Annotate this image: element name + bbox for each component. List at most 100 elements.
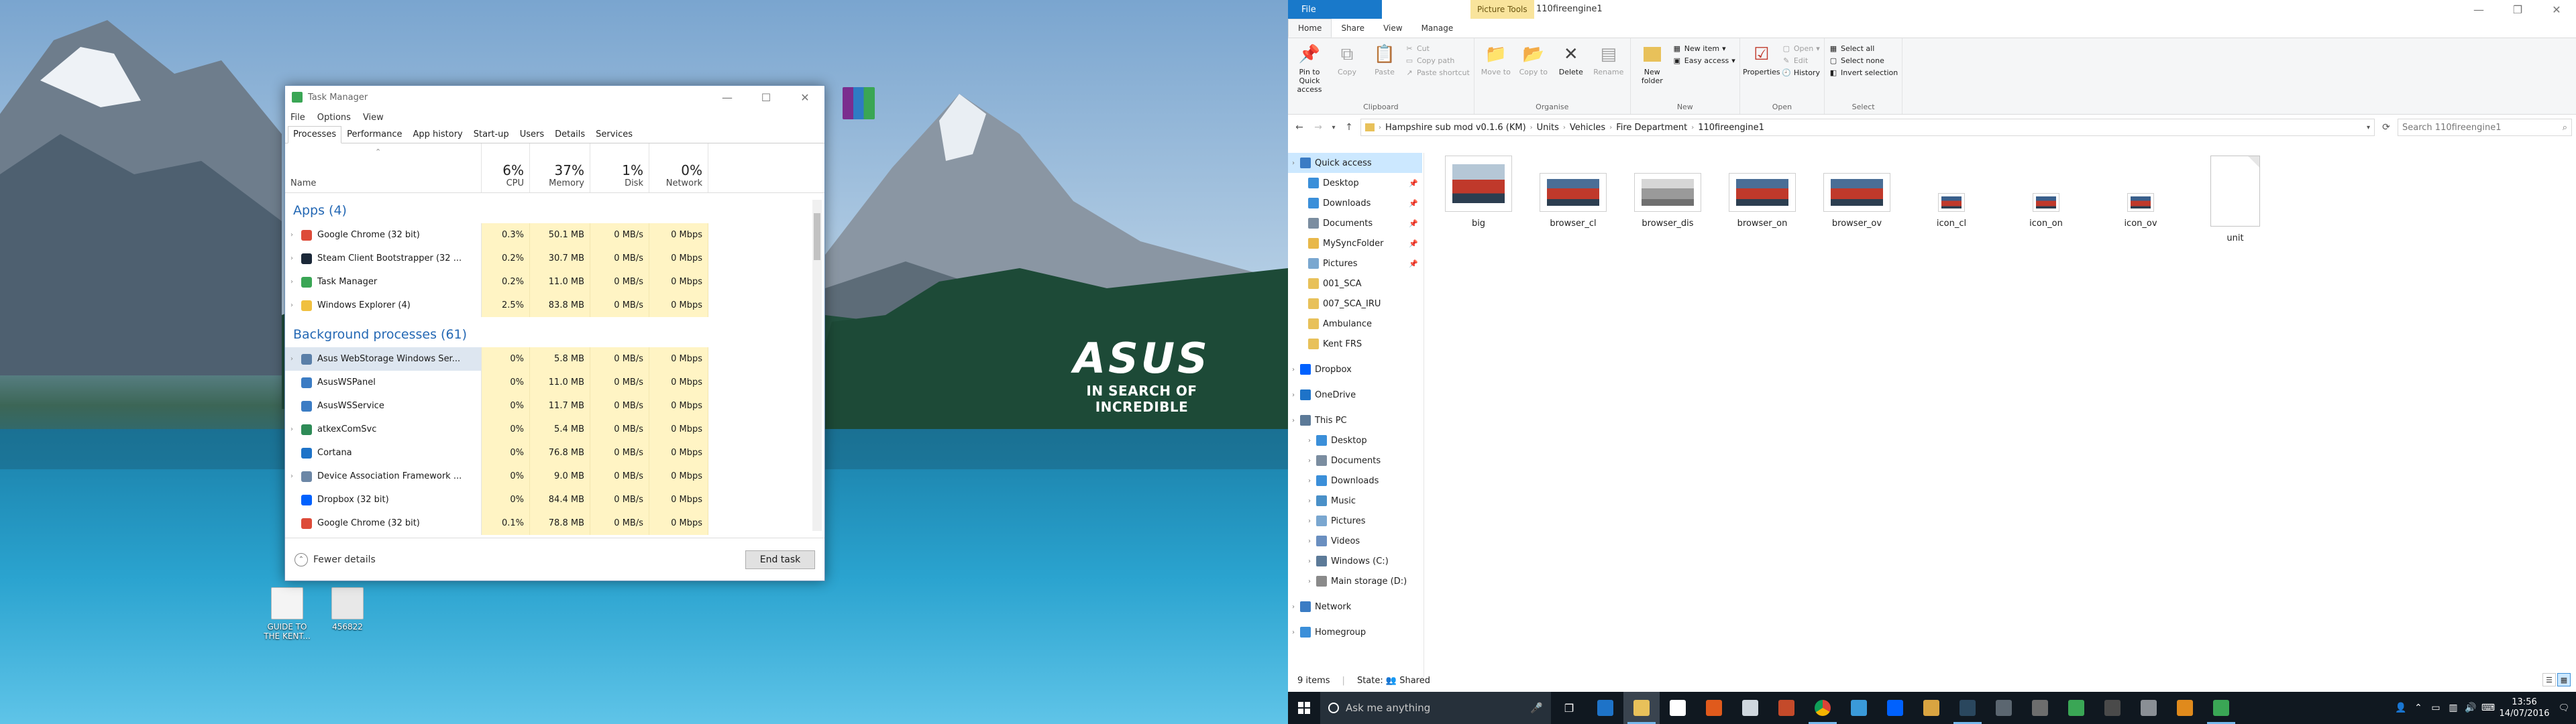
process-row[interactable]: › Asus WebStorage Windows Ser... 0% 5.8 MB 0… [285, 347, 824, 371]
chevron-right-icon[interactable]: › [1292, 417, 1300, 424]
tab-app-history[interactable]: App history [407, 126, 468, 143]
minimize-button[interactable]: — [2459, 0, 2498, 19]
taskbar-steam[interactable] [1949, 692, 1986, 724]
taskbar-chrome[interactable] [1805, 692, 1841, 724]
nav-pc-item[interactable]: › Pictures [1288, 511, 1422, 531]
close-button[interactable]: ✕ [2537, 0, 2576, 19]
process-list-scrollbar[interactable] [812, 200, 822, 531]
new-folder-button[interactable]: New folder [1635, 41, 1670, 103]
chevron-right-icon[interactable]: › [290, 255, 301, 262]
nav-quick-item[interactable]: 001_SCA [1288, 274, 1422, 294]
taskbar-app-game2[interactable] [1768, 692, 1805, 724]
delete-button[interactable]: ✕ Delete [1554, 41, 1589, 103]
nav-pc-item[interactable]: › Main storage (D:) [1288, 571, 1422, 591]
chevron-right-icon[interactable]: › [1308, 538, 1316, 545]
file-item[interactable]: big [1432, 156, 1525, 229]
nav-quick-item[interactable]: Desktop 📌 [1288, 173, 1422, 193]
ribbon-tab-manage[interactable]: Manage [1412, 19, 1463, 38]
chevron-right-icon[interactable]: › [290, 473, 301, 480]
nav-this-pc[interactable]: › This PC [1288, 410, 1422, 430]
chevron-right-icon[interactable]: › [1308, 558, 1316, 565]
taskbar-app-game3[interactable] [1913, 692, 1949, 724]
background-group-header[interactable]: Background processes (61) [285, 317, 824, 347]
task-view-button[interactable]: ❐ [1551, 692, 1587, 724]
chevron-right-icon[interactable]: › [1308, 578, 1316, 585]
open-button[interactable]: ▢ Open ▾ [1782, 44, 1820, 53]
taskbar-app-game6[interactable] [2094, 692, 2131, 724]
chevron-right-icon[interactable]: › [1292, 603, 1300, 611]
cortana-search-input[interactable]: Ask me anything [1346, 702, 1430, 714]
chevron-right-icon[interactable]: › [1308, 477, 1316, 485]
file-item[interactable]: browser_on [1715, 156, 1809, 229]
chevron-right-icon[interactable]: › [1292, 160, 1300, 167]
process-row[interactable]: Cortana 0% 76.8 MB 0 MB/s 0 Mbps [285, 441, 824, 465]
forward-button[interactable]: → [1311, 122, 1326, 133]
minimize-button[interactable]: — [708, 86, 747, 109]
taskbar-app-game7[interactable] [2131, 692, 2167, 724]
close-button[interactable]: ✕ [786, 86, 824, 109]
chevron-right-icon[interactable]: › [290, 355, 301, 363]
chevron-down-icon[interactable]: ▾ [2367, 124, 2370, 131]
process-row[interactable]: Google Chrome (32 bit) 0.1% 78.8 MB 0 MB/s 0… [285, 511, 824, 535]
volume-icon[interactable]: 🔊 [2462, 703, 2479, 713]
select-all-button[interactable]: ▦ Select all [1829, 44, 1898, 53]
process-row[interactable]: › Task Manager 0.2% 11.0 MB 0 MB/s 0 Mbps [285, 270, 824, 294]
cut-button[interactable]: ✂ Cut [1405, 44, 1470, 53]
copy-path-button[interactable]: ▭ Copy path [1405, 56, 1470, 65]
chevron-right-icon[interactable]: › [1308, 497, 1316, 505]
rename-button[interactable]: ▤ Rename [1591, 41, 1626, 103]
taskbar-edge[interactable] [1587, 692, 1623, 724]
edit-button[interactable]: ✎ Edit [1782, 56, 1820, 65]
taskbar-store[interactable] [1660, 692, 1696, 724]
select-none-button[interactable]: ▢ Select none [1829, 56, 1898, 65]
ribbon-tab-view[interactable]: View [1374, 19, 1411, 38]
nav-quick-item[interactable]: 007_SCA_IRU [1288, 294, 1422, 314]
column-memory[interactable]: 37% Memory [530, 143, 590, 192]
move-to-button[interactable]: 📁 Move to [1479, 41, 1513, 103]
nav-quick-item[interactable]: Kent FRS [1288, 334, 1422, 354]
address-bar[interactable]: › Hampshire sub mod v0.1.6 (KM) › Units … [1360, 119, 2375, 136]
taskbar-app-orange[interactable] [1696, 692, 1732, 724]
taskbar-app-game4[interactable] [1986, 692, 2022, 724]
chevron-right-icon[interactable]: › [1292, 366, 1300, 373]
file-item[interactable]: icon_on [1999, 156, 2093, 229]
search-box[interactable]: Search 110fireengine1 ⌕ [2398, 119, 2572, 136]
keyboard-icon[interactable]: ⌨ [2479, 703, 2497, 713]
process-row[interactable]: › Windows Explorer (4) 2.5% 83.8 MB 0 MB/s 0 … [285, 294, 824, 317]
chevron-right-icon[interactable]: › [290, 278, 301, 286]
nav-dropbox[interactable]: › Dropbox [1288, 359, 1422, 379]
explorer-titlebar[interactable]: ☑ ▾ Picture Tools 110fireengine1 — ❐ ✕ [1288, 0, 2576, 19]
tab-processes[interactable]: Processes [288, 126, 342, 143]
nav-pc-item[interactable]: › Downloads [1288, 471, 1422, 491]
column-cpu[interactable]: 6% CPU [482, 143, 530, 192]
nav-quick-item[interactable]: Ambulance [1288, 314, 1422, 334]
column-network[interactable]: 0% Network [649, 143, 708, 192]
chevron-right-icon[interactable]: › [1308, 437, 1316, 444]
process-row[interactable]: › Device Association Framework ... 0% 9.0 M… [285, 465, 824, 488]
cortana-search-box[interactable]: Ask me anything 🎤 [1320, 692, 1551, 724]
process-row[interactable]: › Google Chrome (32 bit) 0.3% 50.1 MB 0 MB/s… [285, 223, 824, 247]
breadcrumb-item[interactable]: Units [1537, 123, 1559, 133]
file-item[interactable]: browser_cl [1526, 156, 1620, 229]
nav-pc-item[interactable]: › Desktop [1288, 430, 1422, 450]
back-button[interactable]: ← [1292, 122, 1307, 133]
chevron-right-icon[interactable]: › [290, 231, 301, 239]
ribbon-tab-file[interactable]: File [1288, 0, 1382, 19]
process-row[interactable]: AsusWSService 0% 11.7 MB 0 MB/s 0 Mbps [285, 394, 824, 418]
history-button[interactable]: 🕘 History [1782, 68, 1820, 77]
taskbar-app-game8[interactable] [2167, 692, 2203, 724]
scrollbar-thumb[interactable] [814, 213, 820, 260]
pin-icon[interactable]: 📌 [1409, 179, 1418, 188]
taskbar-file-explorer[interactable] [1623, 692, 1660, 724]
search-input[interactable]: Search 110fireengine1 [2402, 123, 2501, 133]
menu-options[interactable]: Options [317, 113, 351, 123]
microphone-icon[interactable]: 🎤 [1530, 702, 1543, 714]
chevron-right-icon[interactable]: › [290, 426, 301, 433]
pin-icon[interactable]: 📌 [1409, 199, 1418, 208]
fewer-details-button[interactable]: ⌃ Fewer details [294, 552, 745, 566]
recent-locations-button[interactable]: ▾ [1330, 124, 1338, 131]
breadcrumb-item[interactable]: Hampshire sub mod v0.1.6 (KM) [1385, 123, 1526, 133]
clock[interactable]: 13:56 14/07/2016 [2497, 697, 2552, 719]
nav-pc-item[interactable]: › Windows (C:) [1288, 551, 1422, 571]
menu-view[interactable]: View [363, 113, 384, 123]
